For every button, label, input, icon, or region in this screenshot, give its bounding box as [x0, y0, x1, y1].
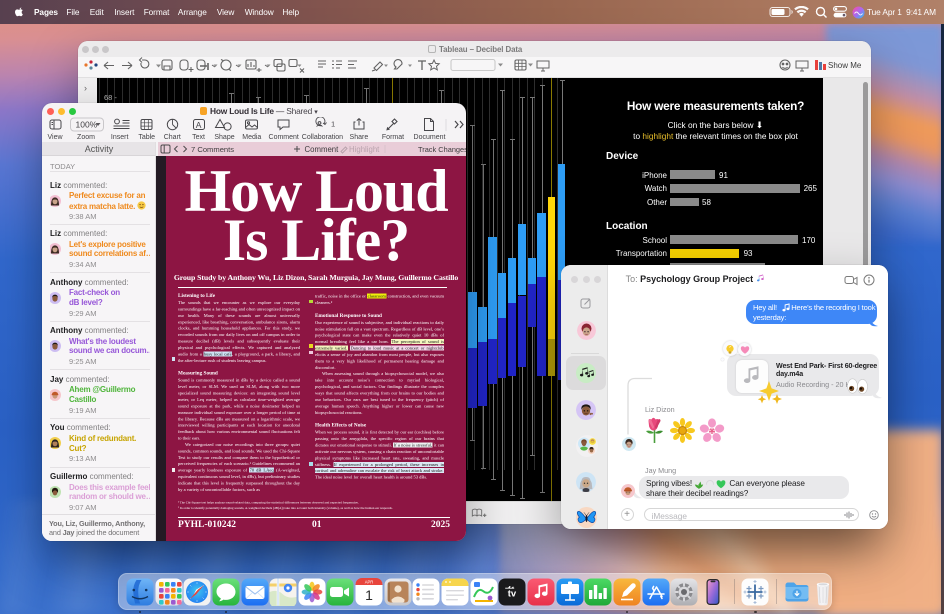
svg-text:Highlight: Highlight	[349, 145, 380, 154]
svg-text:7 Comments: 7 Comments	[191, 145, 234, 154]
svg-text:Track Changes: Track Changes	[418, 145, 466, 154]
svg-text:A: A	[196, 120, 202, 130]
svg-text:Comment: Comment	[305, 145, 340, 154]
svg-text:Show Me: Show Me	[828, 61, 862, 70]
svg-text:1: 1	[365, 587, 373, 603]
svg-text:1: 1	[331, 120, 335, 129]
svg-text:100%: 100%	[76, 120, 98, 130]
svg-text:tv: tv	[508, 588, 517, 599]
svg-text:APR: APR	[365, 579, 374, 584]
